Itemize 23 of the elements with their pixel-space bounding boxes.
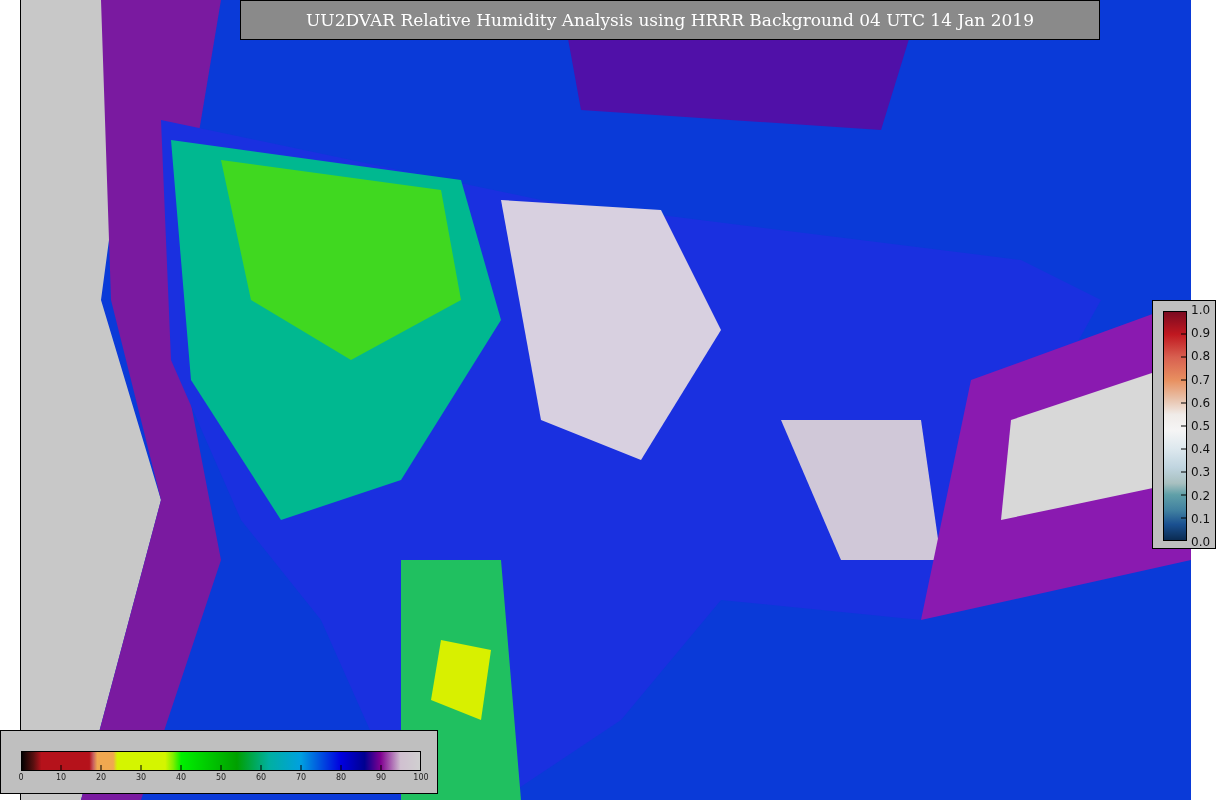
tick-label: 70	[294, 773, 308, 782]
tick-label: 90	[374, 773, 388, 782]
tick-label: 40	[174, 773, 188, 782]
tick-label: 50	[214, 773, 228, 782]
tick-label: 80	[334, 773, 348, 782]
tick-label: 0.7	[1191, 372, 1211, 387]
tick-label: 0.9	[1191, 326, 1211, 341]
tick-label: 0.8	[1191, 349, 1211, 364]
tick-label: 0.2	[1191, 488, 1211, 503]
tick-label: 1.0	[1191, 303, 1211, 317]
tick-label: 0.5	[1191, 418, 1211, 433]
tick-label: 0	[17, 773, 25, 782]
tick-label: 30	[134, 773, 148, 782]
tick-label: 10	[54, 773, 68, 782]
tick-label: 100	[412, 773, 430, 782]
tick-label: 0.1	[1191, 511, 1211, 526]
tick-label: 0.6	[1191, 395, 1211, 410]
tick-label: 60	[254, 773, 268, 782]
tick-label: 0.0	[1191, 534, 1211, 549]
map-title: UU2DVAR Relative Humidity Analysis using HRRR Background 04 UTC 14 Jan 2019	[240, 0, 1100, 40]
tick-label: 0.4	[1191, 442, 1211, 457]
tick-label: 20	[94, 773, 108, 782]
tick-label: 0.3	[1191, 465, 1211, 480]
